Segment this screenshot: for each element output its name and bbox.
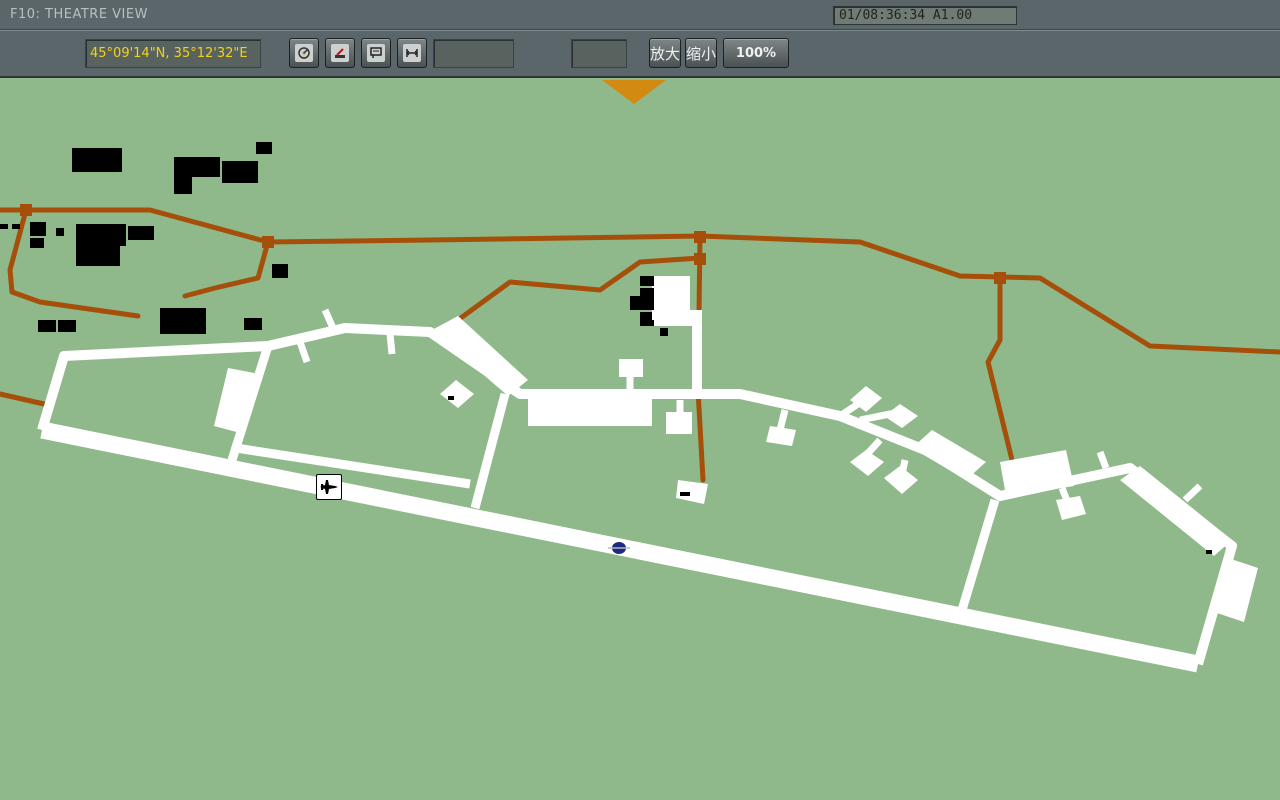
sam-icon bbox=[331, 44, 349, 62]
secondary-field bbox=[571, 39, 627, 68]
mission-clock: 01/08:36:34 A1.00 bbox=[833, 6, 1017, 25]
ruler-icon bbox=[403, 44, 421, 62]
message-icon bbox=[367, 44, 385, 62]
toolbar: 45°09'14"N, 35°12'32"E 放大 缩小 100% bbox=[0, 30, 1280, 78]
fighter-jet-icon bbox=[320, 480, 338, 494]
sam-view-button[interactable] bbox=[325, 38, 355, 68]
coordinates-readout: 45°09'14"N, 35°12'32"E bbox=[85, 39, 261, 68]
airfield-marker[interactable] bbox=[606, 540, 632, 556]
window-title: F10: THEATRE VIEW bbox=[10, 7, 148, 22]
comms-view-button[interactable] bbox=[361, 38, 391, 68]
airbase-icon bbox=[608, 542, 630, 554]
player-aircraft[interactable] bbox=[316, 474, 342, 500]
zoom-level-button[interactable]: 100% bbox=[723, 38, 789, 68]
info-field bbox=[433, 39, 514, 68]
radar-icon bbox=[295, 44, 313, 62]
zoom-in-button[interactable]: 放大 bbox=[649, 38, 681, 68]
title-bar: F10: THEATRE VIEW 01/08:36:34 A1.00 bbox=[0, 0, 1280, 30]
map-canvas[interactable] bbox=[0, 78, 1280, 800]
zoom-out-button[interactable]: 缩小 bbox=[685, 38, 717, 68]
ruler-button[interactable] bbox=[397, 38, 427, 68]
radar-view-button[interactable] bbox=[289, 38, 319, 68]
